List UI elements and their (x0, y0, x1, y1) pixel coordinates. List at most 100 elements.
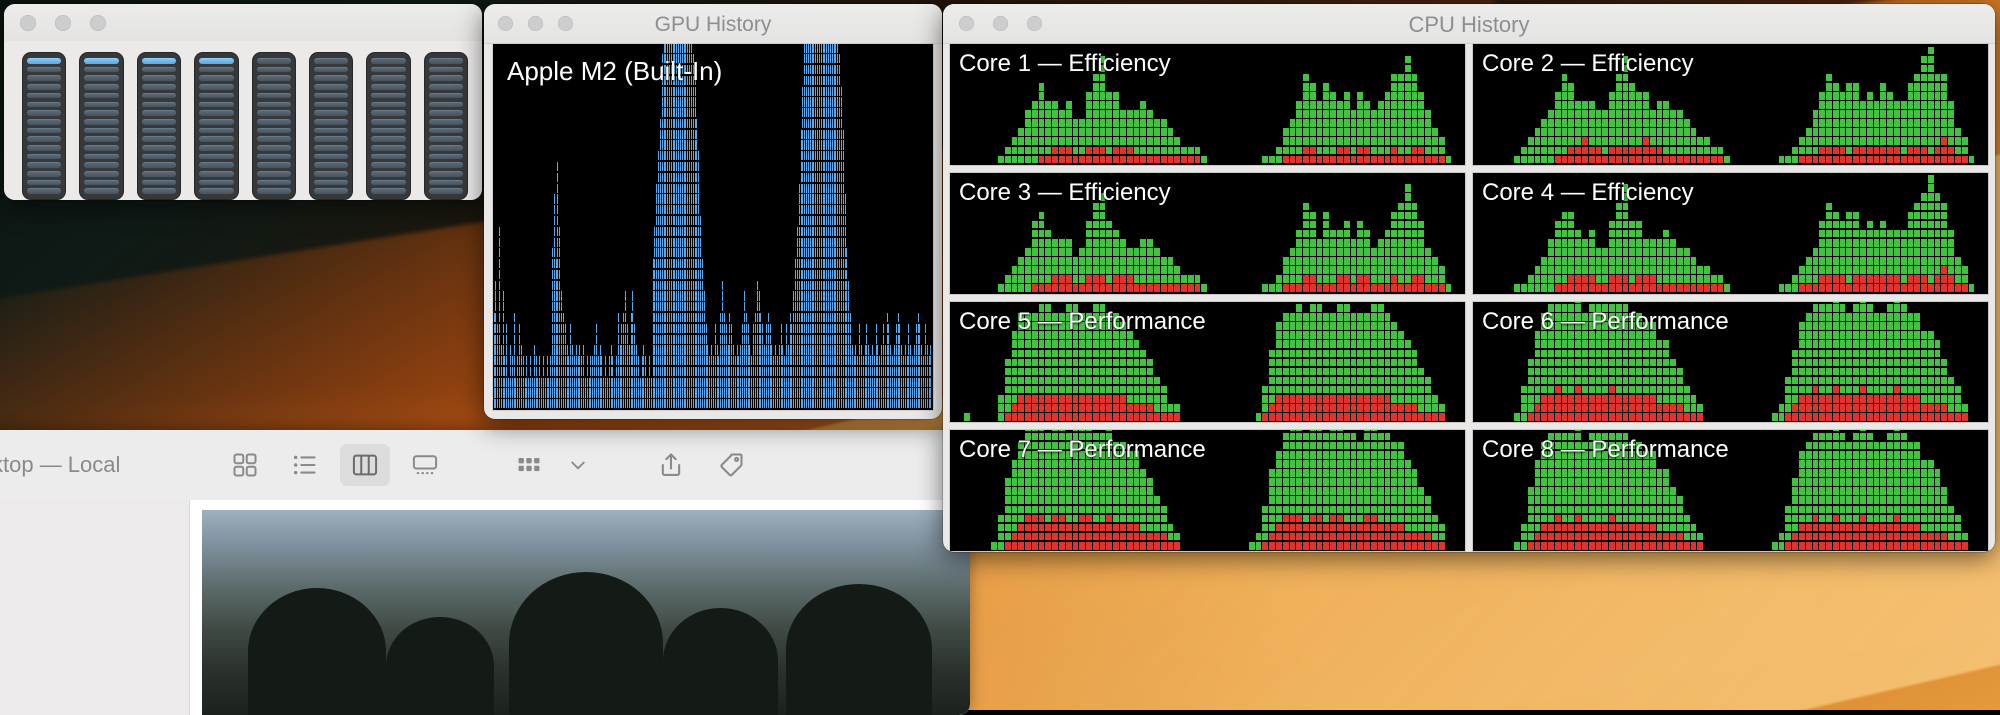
gpu-sample-cell (855, 345, 856, 354)
cpu-user-cell (1147, 257, 1153, 265)
gpu-sample-cell (861, 345, 862, 354)
cpu-user-cell (1528, 275, 1534, 283)
meter-segment (371, 145, 405, 151)
gpu-sample-cell (759, 291, 760, 300)
cpu-user-cell (1290, 119, 1296, 127)
cpu-usage-titlebar[interactable] (4, 4, 482, 42)
meter-segment (199, 75, 233, 81)
gpu-sample-cell (645, 367, 646, 376)
cpu-user-cell (1704, 137, 1710, 145)
group-by-button[interactable] (504, 444, 554, 486)
cpu-user-cell (1826, 119, 1832, 127)
meter-segment (257, 110, 291, 116)
cpu-user-cell (1846, 128, 1852, 136)
cpu-user-cell (1385, 137, 1391, 145)
cpu-history-column (1364, 230, 1371, 294)
cpu-user-cell (1589, 230, 1595, 238)
cpu-system-cell (1880, 156, 1886, 164)
cpu-history-titlebar[interactable]: CPU History (943, 4, 1995, 44)
cpu-user-cell (1874, 119, 1880, 127)
cpu-history-column (1303, 74, 1310, 165)
cpu-user-cell (1398, 119, 1404, 127)
cpu-user-cell (1025, 147, 1031, 155)
grid-view-button[interactable] (220, 444, 270, 486)
cpu-user-cell (1609, 266, 1615, 274)
gallery-view-button[interactable] (400, 444, 450, 486)
cpu-usage-window[interactable] (4, 4, 482, 200)
cpu-user-cell (1616, 266, 1622, 274)
finder-column-pane[interactable] (190, 500, 970, 715)
cpu-user-cell (1908, 110, 1914, 118)
cpu-user-cell (1039, 101, 1045, 109)
minimize-button[interactable] (55, 15, 71, 31)
list-view-button[interactable] (280, 444, 330, 486)
cpu-user-cell (1548, 275, 1554, 283)
cpu-user-cell (1616, 110, 1622, 118)
cpu-user-cell (1616, 248, 1622, 256)
cpu-user-cell (1113, 128, 1119, 136)
cpu-system-cell (1596, 147, 1602, 155)
cpu-user-cell (1948, 119, 1954, 127)
cpu-user-cell (1432, 275, 1438, 283)
gpu-sample-cell (781, 324, 782, 333)
cpu-history-window[interactable]: CPU History Core 1 — EfficiencyCore 2 — … (943, 4, 1995, 552)
gpu-sample-cell (759, 302, 760, 311)
cpu-user-cell (1623, 239, 1629, 247)
gpu-sample-cell (919, 324, 920, 333)
column-view-button[interactable] (340, 444, 390, 486)
gpu-sample-cell (702, 270, 703, 279)
cpu-user-cell (1914, 101, 1920, 109)
close-button[interactable] (20, 15, 36, 31)
tag-button[interactable] (706, 444, 756, 486)
cpu-user-cell (1385, 257, 1391, 265)
share-button[interactable] (646, 444, 696, 486)
cpu-user-cell (1364, 239, 1370, 247)
cpu-user-cell (1330, 110, 1336, 118)
cpu-user-cell (1819, 128, 1825, 136)
cpu-user-cell (1025, 137, 1031, 145)
cpu-user-cell (1045, 137, 1051, 145)
cpu-user-cell (1412, 248, 1418, 256)
gpu-history-column (930, 345, 932, 410)
cpu-user-cell (1908, 92, 1914, 100)
cpu-user-cell (1317, 266, 1323, 274)
cpu-user-cell (1310, 239, 1316, 247)
cpu-user-cell (1113, 137, 1119, 145)
cpu-history-column (1534, 266, 1541, 293)
cpu-history-column (1269, 156, 1276, 165)
cpu-system-cell (1127, 275, 1133, 283)
cpu-user-cell (1853, 101, 1859, 109)
cpu-user-cell (1012, 275, 1018, 283)
cpu-user-cell (1357, 239, 1363, 247)
cpu-user-cell (1582, 239, 1588, 247)
cpu-core-panel-3: Core 3 — Efficiency (949, 172, 1466, 295)
gpu-sample-cell (499, 291, 500, 300)
cpu-user-cell (1921, 65, 1927, 73)
cpu-user-cell (1310, 119, 1316, 127)
cpu-user-cell (1901, 110, 1907, 118)
gpu-sample-cell (848, 302, 849, 311)
sidebar-row[interactable]: v (0, 510, 189, 540)
cpu-user-cell (1914, 119, 1920, 127)
finder-sidebar[interactable]: v (0, 500, 190, 715)
cpu-user-cell (1032, 275, 1038, 283)
gpu-history-window[interactable]: GPU History Apple M2 (Built-In) (484, 4, 942, 419)
gpu-sample-cell (866, 324, 867, 333)
zoom-button[interactable] (90, 15, 106, 31)
gpu-titlebar[interactable]: GPU History (484, 4, 942, 44)
cpu-user-cell (1378, 137, 1384, 145)
cpu-history-column (1181, 147, 1188, 165)
cpu-user-cell (1405, 239, 1411, 247)
cpu-system-cell (1181, 284, 1187, 292)
cpu-user-cell (1398, 212, 1404, 220)
cpu-system-cell (1562, 156, 1568, 164)
cpu-history-column (1514, 156, 1521, 165)
cpu-system-cell (1195, 156, 1201, 164)
cpu-user-cell (1317, 128, 1323, 136)
cpu-meter-2 (79, 52, 123, 200)
finder-window[interactable]: ktop — Local (0, 430, 970, 715)
group-by-chevron[interactable] (564, 444, 592, 486)
gpu-sample-cell (645, 356, 646, 365)
gpu-sample-cell (724, 313, 725, 322)
cpu-user-cell (1602, 119, 1608, 127)
